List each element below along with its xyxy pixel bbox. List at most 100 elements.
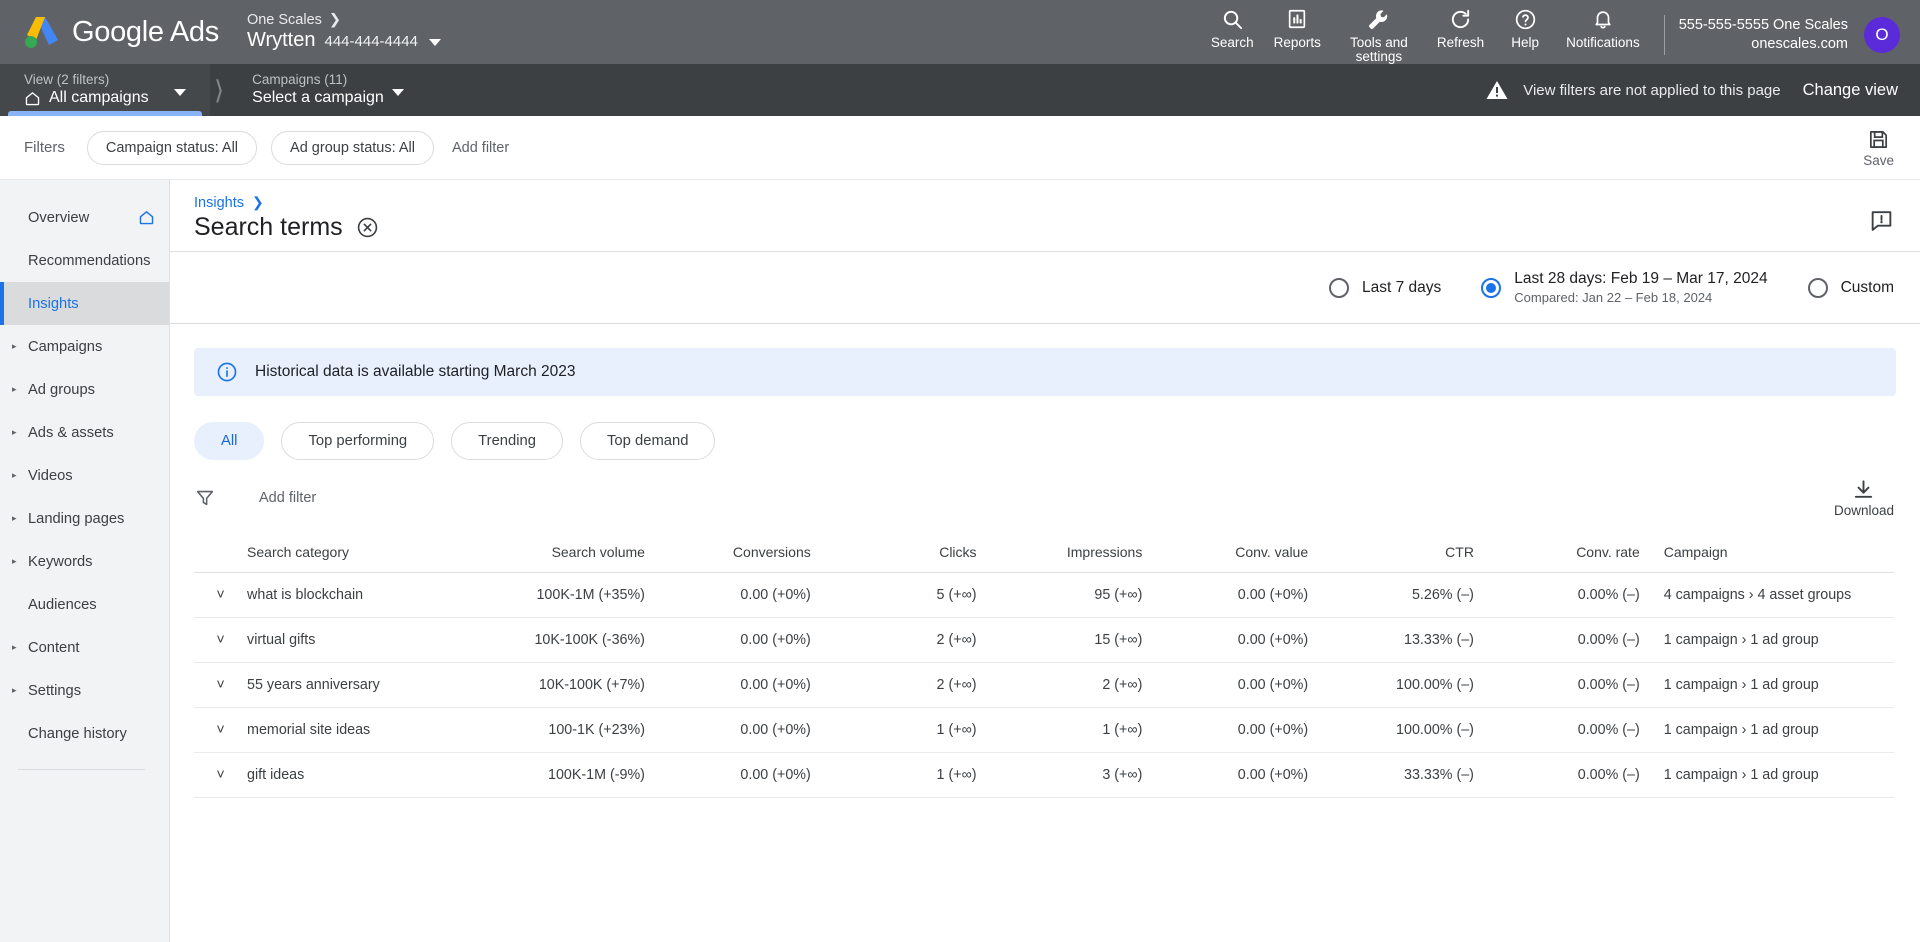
row-expand-chevron-down-icon[interactable]: ˅: [194, 662, 248, 708]
table-header-clicks[interactable]: Clicks: [810, 534, 977, 573]
sidebar-item-ads-and-assets[interactable]: ▸ Ads & assets: [0, 411, 169, 454]
row-expand-chevron-down-icon[interactable]: ˅: [194, 707, 248, 753]
cell-ctr: 5.26% (–): [1308, 572, 1474, 618]
cell-campaign-link[interactable]: 4 campaigns › 4 asset groups: [1639, 572, 1894, 618]
table-row[interactable]: ˅ 55 years anniversary 10K-100K (+7%) 0.…: [194, 662, 1894, 708]
table-header-search-category[interactable]: Search category: [247, 534, 480, 573]
feedback-icon[interactable]: [1869, 208, 1894, 233]
campaigns-chevron-down-icon[interactable]: [392, 89, 405, 96]
table-header-ctr[interactable]: CTR: [1308, 534, 1474, 573]
header-action-notifications[interactable]: Notifications: [1556, 6, 1650, 50]
breadcrumb-chevron-icon: ⟩: [214, 74, 225, 105]
sidebar-item-recommendations[interactable]: Recommendations: [0, 239, 169, 282]
table-header-expand: [194, 534, 248, 573]
filter-bar: Filters Campaign status: All Ad group st…: [0, 116, 1920, 180]
google-ads-logo-icon: [22, 15, 60, 49]
search-icon: [1221, 6, 1244, 32]
download-button[interactable]: Download: [1834, 478, 1894, 518]
header-action-tools-and-settings[interactable]: Tools and settings: [1331, 6, 1427, 64]
chevron-right-icon: ▸: [12, 685, 17, 695]
sidebar-item-keywords[interactable]: ▸ Keywords: [0, 540, 169, 583]
header-action-reports[interactable]: Reports: [1264, 6, 1331, 50]
cell-conv-value: 0.00 (+0%): [1142, 752, 1309, 798]
table-header-conversions[interactable]: Conversions: [644, 534, 811, 573]
sidebar-item-videos[interactable]: ▸ Videos: [0, 454, 169, 497]
breadcrumb-insights-link[interactable]: Insights: [194, 195, 244, 211]
row-expand-chevron-down-icon[interactable]: ˅: [194, 617, 248, 663]
table-add-filter-button[interactable]: Add filter: [259, 490, 316, 506]
row-expand-chevron-down-icon[interactable]: ˅: [194, 752, 248, 798]
header-action-search[interactable]: Search: [1201, 6, 1264, 50]
add-filter-button[interactable]: Add filter: [452, 140, 509, 156]
cell-campaign-link[interactable]: 1 campaign › 1 ad group: [1639, 662, 1894, 708]
filter-chip-ad-group-status[interactable]: Ad group status: All: [271, 130, 434, 165]
manager-account-label: One Scales: [246, 12, 322, 28]
sidebar-item-content[interactable]: ▸ Content: [0, 626, 169, 669]
sidebar-item-audiences[interactable]: Audiences: [0, 583, 169, 626]
date-option-custom[interactable]: Custom: [1807, 277, 1894, 298]
table-header-search-volume[interactable]: Search volume: [479, 534, 645, 573]
table-row[interactable]: ˅ gift ideas 100K-1M (-9%) 0.00 (+0%) 1 …: [194, 752, 1894, 798]
table-header-conv-value[interactable]: Conv. value: [1142, 534, 1309, 573]
insight-category-tabs: All Top performing Trending Top demand: [170, 396, 1920, 460]
sidebar-item-change-history[interactable]: Change history: [0, 712, 169, 755]
radio-icon[interactable]: [1807, 277, 1828, 298]
google-ads-logo[interactable]: Google Ads: [22, 15, 219, 49]
cell-search-volume: 100K-1M (-9%): [479, 752, 645, 798]
table-row[interactable]: ˅ memorial site ideas 100-1K (+23%) 0.00…: [194, 707, 1894, 753]
warning-icon: [1485, 78, 1509, 102]
pill-trending[interactable]: Trending: [451, 422, 564, 460]
date-option-last-7-days[interactable]: Last 7 days: [1328, 277, 1441, 298]
table-row[interactable]: ˅ what is blockchain 100K-1M (+35%) 0.00…: [194, 572, 1894, 618]
view-selector[interactable]: View (2 filters) All campaigns: [0, 64, 210, 116]
sidebar-item-overview[interactable]: Overview: [0, 196, 169, 239]
cell-search-category: virtual gifts: [247, 617, 480, 663]
download-label: Download: [1833, 503, 1894, 518]
account-summary: 555-555-5555 One Scales onescales.com: [1679, 16, 1848, 54]
chevron-right-icon: ❯: [328, 12, 342, 28]
pill-top-demand[interactable]: Top demand: [580, 422, 716, 460]
chevron-right-icon: ▸: [12, 556, 17, 566]
change-view-button[interactable]: Change view: [1803, 81, 1898, 100]
table-header-campaign[interactable]: Campaign: [1639, 534, 1894, 573]
campaigns-caption: Campaigns (11): [252, 72, 348, 87]
filter-chip-campaign-status[interactable]: Campaign status: All: [86, 130, 258, 165]
refresh-icon: [1449, 6, 1472, 32]
header-action-label: Notifications: [1566, 35, 1640, 50]
save-button[interactable]: Save: [1863, 128, 1894, 168]
table-header-conv-rate[interactable]: Conv. rate: [1473, 534, 1640, 573]
pill-top-performing[interactable]: Top performing: [281, 422, 435, 460]
pill-all[interactable]: All: [194, 422, 265, 460]
account-selector[interactable]: One Scales ❯ Wrytten 444-444-4444: [247, 12, 441, 52]
view-chevron-down-icon[interactable]: [174, 89, 186, 96]
sidebar-item-ad-groups[interactable]: ▸ Ad groups: [0, 368, 169, 411]
warning-text: View filters are not applied to this pag…: [1523, 81, 1781, 99]
cell-campaign-link[interactable]: 1 campaign › 1 ad group: [1639, 707, 1894, 753]
cell-campaign-link[interactable]: 1 campaign › 1 ad group: [1639, 617, 1894, 663]
table-row[interactable]: ˅ virtual gifts 10K-100K (-36%) 0.00 (+0…: [194, 617, 1894, 663]
chevron-down-icon[interactable]: [428, 39, 441, 46]
cell-search-volume: 10K-100K (-36%): [479, 617, 645, 663]
sidebar-item-campaigns[interactable]: ▸ Campaigns: [0, 325, 169, 368]
header-action-help[interactable]: Help: [1494, 6, 1556, 50]
table-header-impressions[interactable]: Impressions: [976, 534, 1143, 573]
sidebar-item-insights[interactable]: Insights: [0, 282, 169, 325]
date-option-last-28-days[interactable]: Last 28 days: Feb 19 – Mar 17, 2024 Comp…: [1481, 269, 1768, 306]
row-expand-chevron-down-icon[interactable]: ˅: [194, 572, 248, 618]
account-name: Wrytten: [246, 29, 316, 51]
cell-impressions: 95 (+∞): [976, 572, 1143, 618]
manager-account-row[interactable]: One Scales ❯: [247, 12, 441, 28]
sidebar-item-settings[interactable]: ▸ Settings: [0, 669, 169, 712]
breadcrumb[interactable]: Insights ❯: [194, 194, 1896, 211]
filter-funnel-icon[interactable]: [194, 487, 216, 509]
cell-campaign-link[interactable]: 1 campaign › 1 ad group: [1639, 752, 1894, 798]
sidebar-item-label: Audiences: [28, 596, 97, 613]
avatar[interactable]: O: [1864, 17, 1900, 53]
header-action-refresh[interactable]: Refresh: [1427, 6, 1494, 50]
radio-icon-selected[interactable]: [1481, 277, 1502, 298]
close-icon[interactable]: [356, 216, 379, 239]
radio-icon[interactable]: [1328, 277, 1349, 298]
sidebar-item-landing-pages[interactable]: ▸ Landing pages: [0, 497, 169, 540]
campaign-selector[interactable]: Campaigns (11) Select a campaign: [228, 64, 428, 116]
cell-search-category: memorial site ideas: [247, 707, 480, 753]
